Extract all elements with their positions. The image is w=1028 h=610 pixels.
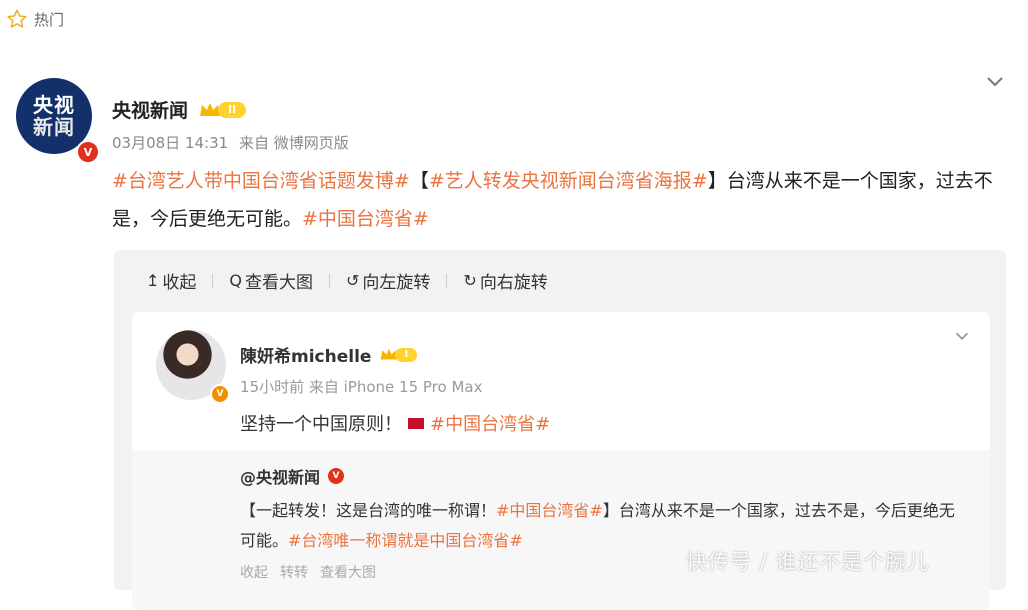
member-badge: I [379, 347, 418, 362]
view-large-button[interactable]: Q 查看大图 [229, 268, 313, 293]
quoted-author: @央视新闻 [240, 468, 321, 487]
quoted-collapse: 收起 [240, 565, 268, 581]
topic-tag[interactable]: #台湾艺人带中国台湾省话题发博# [112, 170, 410, 192]
post-date[interactable]: 03月08日 14:31 [112, 134, 228, 152]
star-outline-icon [7, 9, 27, 28]
author-name[interactable]: 央视新闻 [112, 96, 188, 123]
post-text: #台湾艺人带中国台湾省话题发博#【#艺人转发央视新闻台湾省海报#】台湾从来不是一… [112, 162, 1012, 238]
verified-icon: V [328, 468, 345, 484]
topic-tag: #台湾唯一称谓就是中国台湾省# [288, 531, 523, 550]
collapse-button[interactable]: ↥ 收起 [146, 268, 196, 293]
watermark: 快传号 / 谁还不是个腕儿 [686, 550, 930, 574]
topic-tag[interactable]: #艺人转发央视新闻台湾省海报# [429, 170, 708, 192]
rotate-right-icon: ↻ [463, 271, 477, 290]
topic-tag[interactable]: #中国台湾省# [302, 208, 429, 230]
post-source: 来自 微博网页版 [238, 134, 349, 152]
divider [212, 273, 214, 288]
topic-tag: #中国台湾省# [496, 501, 603, 520]
quoted-post: @央视新闻 V 【一起转发！这是台湾的唯一称谓！#中国台湾省#】台湾从来不是一个… [132, 450, 990, 610]
rotate-left-button[interactable]: ↺ 向左旋转 [346, 268, 430, 293]
avatar-text-line1: 央视 [33, 93, 75, 117]
media-toolbar: ↥ 收起 Q 查看大图 ↺ 向左旋转 ↻ 向右旋转 [146, 268, 548, 293]
bracket: 】 [707, 170, 727, 192]
collapse-arrow-icon: ↥ [146, 271, 160, 290]
bracket: 【 [409, 170, 429, 192]
view-large-label: 查看大图 [245, 273, 313, 293]
rotate-right-button[interactable]: ↻ 向右旋转 [463, 268, 547, 293]
rotate-left-label: 向左旋转 [362, 273, 431, 293]
topic-tag: #中国台湾省# [430, 414, 551, 435]
china-flag-icon [408, 417, 424, 429]
post-meta: 03月08日 14:31 来自 微博网页版 [112, 132, 355, 153]
member-level: I [395, 347, 418, 362]
repost-text: 坚持一个中国原则！ #中国台湾省# [240, 410, 550, 436]
member-level: II [218, 101, 247, 118]
quote-text-part: 【一起转发！这是台湾的唯一称谓！ [240, 501, 497, 520]
rotate-right-label: 向右旋转 [479, 273, 548, 293]
divider [329, 273, 330, 288]
post-menu-chevron-icon[interactable] [984, 70, 1006, 92]
verified-icon: V [76, 140, 100, 164]
search-icon: Q [229, 271, 242, 290]
quoted-actions: 收起 转转 查看大图 [240, 562, 376, 582]
repost-chevron-icon [952, 326, 974, 348]
repost-body: 坚持一个中国原则！ [240, 414, 402, 435]
divider [446, 273, 448, 288]
rotate-left-icon: ↺ [346, 271, 360, 290]
expanded-media-panel: ↥ 收起 Q 查看大图 ↺ 向左旋转 ↻ 向右旋转 V 陳妍希michelle [114, 250, 1006, 610]
quoted-repost: 转转 [280, 565, 308, 581]
member-badge[interactable]: II [198, 101, 247, 119]
hot-label: 热门 [34, 10, 65, 29]
repost-meta: 15小时前 来自 iPhone 15 Pro Max [240, 378, 483, 396]
hot-section-header[interactable]: 热门 [6, 8, 64, 30]
collapse-label: 收起 [162, 273, 197, 293]
verified-icon: V [210, 384, 230, 404]
repost-author-name: 陳妍希michelle [240, 347, 372, 367]
avatar-text-line2: 新闻 [33, 115, 75, 139]
quoted-view-large: 查看大图 [320, 565, 376, 581]
